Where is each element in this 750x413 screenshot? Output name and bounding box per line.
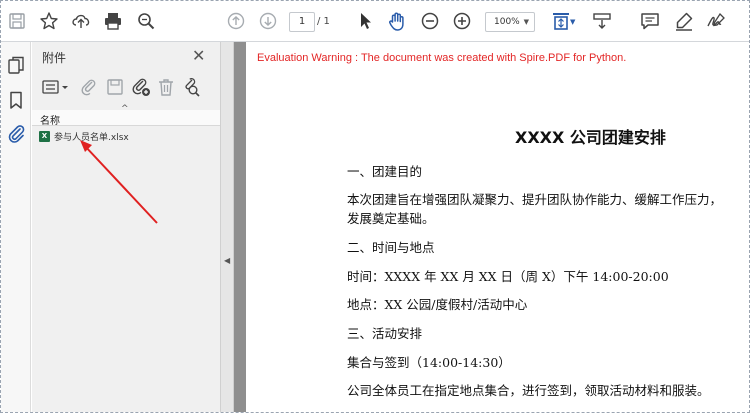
doc-line: 本次团建旨在增强团队凝聚力、提升团队协作能力、缓解工作压力， — [347, 192, 723, 207]
doc-line: 集合与签到（14:00-14:30） — [347, 355, 511, 370]
panel-title: 附件 — [42, 51, 67, 65]
attachment-file-name: 参与人员名单.xlsx — [54, 132, 129, 143]
page-total-label: / 1 — [317, 16, 330, 27]
chevron-down-icon[interactable]: ▼ — [570, 18, 575, 26]
zoom-select[interactable]: 100% ▼ — [485, 12, 535, 32]
zoom-out-icon[interactable] — [419, 10, 441, 32]
column-header-name[interactable]: 名称 — [32, 110, 220, 127]
zoom-in-icon[interactable] — [451, 10, 473, 32]
attachments-panel: 附件 ✕ ^ 名称 X 参与人员名单.xlsx — [32, 42, 220, 412]
page-number-input[interactable]: 1 — [289, 12, 315, 32]
pages-icon[interactable] — [6, 55, 26, 75]
select-arrow-icon[interactable] — [354, 10, 376, 32]
column-header-label: 名称 — [40, 116, 60, 127]
doc-line: 二、时间与地点 — [347, 240, 435, 255]
highlight-icon[interactable] — [673, 10, 695, 32]
left-rail — [1, 42, 31, 412]
doc-line: 三、活动安排 — [347, 326, 423, 341]
search-zoom-icon[interactable] — [135, 10, 157, 32]
page-up-icon[interactable] — [225, 10, 247, 32]
doc-line: 地点：XX 公园/度假村/活动中心 — [347, 297, 528, 312]
scroll-mode-icon[interactable] — [591, 10, 613, 32]
fit-page-icon[interactable] — [550, 10, 572, 32]
doc-line: 公司全体员工在指定地点集合，进行签到，领取活动材料和服装。 — [347, 383, 710, 398]
attachment-icon[interactable] — [6, 123, 26, 143]
trash-icon[interactable] — [156, 77, 176, 97]
bookmark-icon[interactable] — [6, 90, 26, 110]
doc-line: 一、团建目的 — [347, 164, 423, 179]
doc-line: 发展奠定基础。 — [347, 211, 435, 226]
options-menu-icon[interactable] — [41, 77, 71, 97]
add-attachment-icon[interactable] — [131, 77, 151, 97]
evaluation-warning: Evaluation Warning : The document was cr… — [257, 52, 627, 64]
panel-splitter[interactable]: ◀ — [220, 42, 234, 412]
close-icon[interactable]: ✕ — [192, 46, 205, 65]
upload-icon[interactable] — [70, 10, 92, 32]
comment-icon[interactable] — [639, 10, 661, 32]
attachment-row[interactable]: X 参与人员名单.xlsx — [39, 129, 129, 143]
document-page: Evaluation Warning : The document was cr… — [246, 42, 749, 412]
toolbar: 1 / 1 100% ▼ ▼ — [1, 1, 749, 42]
excel-file-icon: X — [39, 130, 50, 142]
document-title: XXXX 公司团建安排 — [515, 128, 666, 147]
app-window: 1 / 1 100% ▼ ▼ 附件 ✕ ^ 名称 X 参与人员名单.xlsx ◀… — [0, 0, 750, 413]
document-gutter — [234, 42, 246, 412]
open-attachment-icon[interactable] — [79, 77, 99, 97]
search-attachment-icon[interactable] — [181, 77, 201, 97]
save-icon[interactable] — [6, 10, 28, 32]
chevron-down-icon: ▼ — [523, 18, 529, 26]
star-icon[interactable] — [38, 10, 60, 32]
doc-line: 时间：XXXX 年 XX 月 XX 日（周 X）下午 14:00-20:00 — [347, 269, 669, 284]
hand-tool-icon[interactable] — [386, 10, 408, 32]
page-down-icon[interactable] — [257, 10, 279, 32]
print-icon[interactable] — [102, 10, 124, 32]
collapse-left-icon[interactable]: ◀ — [224, 256, 230, 265]
save-attachment-icon[interactable] — [105, 77, 125, 97]
sign-icon[interactable] — [705, 10, 727, 32]
zoom-value: 100% — [494, 17, 520, 27]
